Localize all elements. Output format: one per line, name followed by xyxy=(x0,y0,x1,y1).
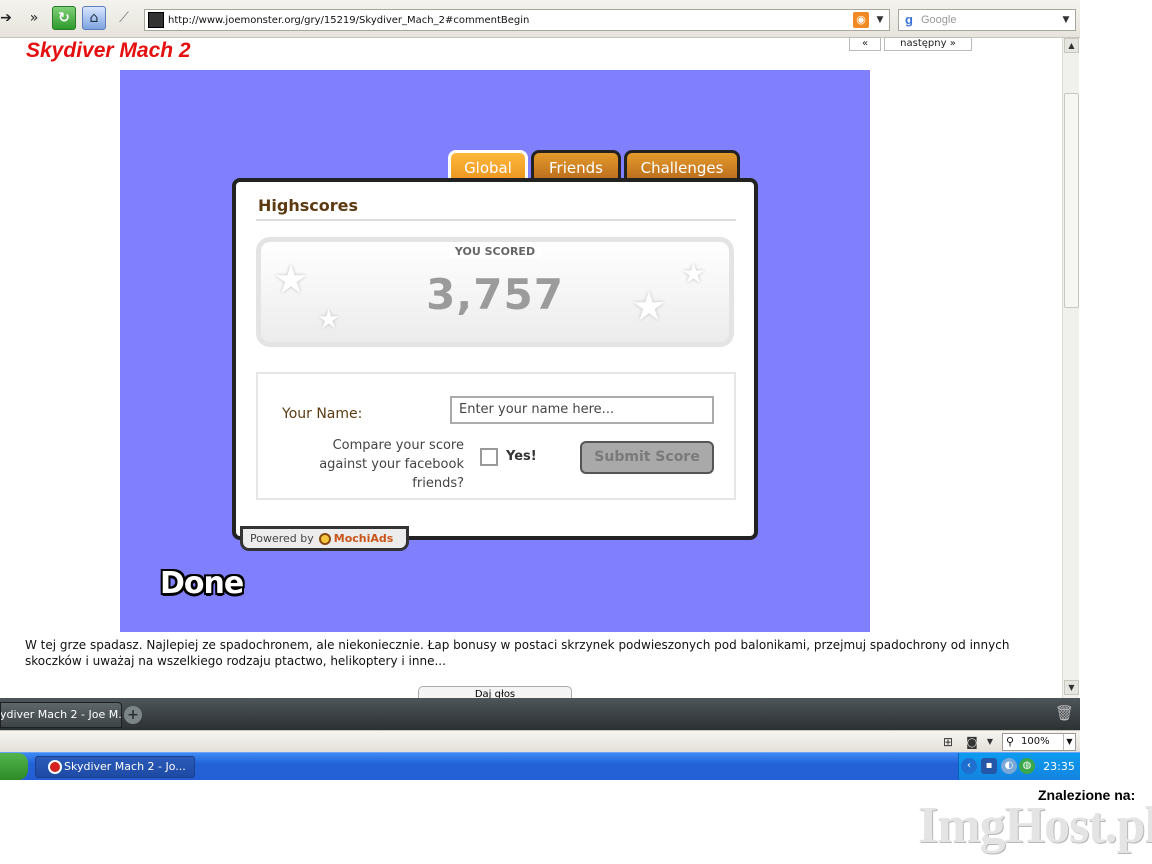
imghost-watermark-logo: ImgHost.pl xyxy=(918,797,1152,854)
windows-taskbar: Skydiver Mach 2 - Jo... ‹ ▪ ◐ ◍ 23:35 xyxy=(0,752,1080,780)
fast-forward-icon[interactable]: » xyxy=(22,6,46,30)
prev-page-button[interactable]: « xyxy=(849,37,881,51)
start-button[interactable] xyxy=(0,753,28,780)
page-title: Skydiver Mach 2 xyxy=(26,39,191,62)
site-favicon-icon xyxy=(148,12,164,28)
score-value: 3,757 xyxy=(426,270,564,319)
game-description: W tej grze spadasz. Najlepiej ze spadoch… xyxy=(25,638,1010,668)
panel-title: Highscores xyxy=(258,196,358,215)
wand-icon[interactable]: ⟋ xyxy=(112,6,136,30)
zoom-select[interactable]: ⚲ 100% ▼ xyxy=(1002,733,1076,751)
clock[interactable]: 23:35 xyxy=(1039,753,1079,780)
screen: ➔ » ↻ ⌂ ⟋ http://www.joemonster.org/gry/… xyxy=(0,0,1152,864)
submit-form: Your Name: Enter your name here... Compa… xyxy=(256,372,736,500)
home-icon[interactable]: ⌂ xyxy=(82,6,106,30)
facebook-compare-checkbox[interactable] xyxy=(480,448,498,466)
zoom-dropdown-icon[interactable]: ▼ xyxy=(1063,734,1075,750)
done-button[interactable]: Done xyxy=(160,566,244,601)
browser-toolbar: ➔ » ↻ ⌂ ⟋ http://www.joemonster.org/gry/… xyxy=(0,0,1080,38)
trash-icon[interactable]: 🗑 xyxy=(1055,704,1074,724)
compare-facebook-text: Compare your score against your facebook… xyxy=(319,438,464,491)
search-dropdown-icon[interactable]: ▼ xyxy=(1059,12,1073,28)
panel-toggle-icon[interactable]: ⊞ xyxy=(940,734,956,750)
powered-by-label: Powered by xyxy=(250,532,314,545)
highscores-panel: Highscores ★ ★ ★ ★ YOU SCORED 3,757 Your… xyxy=(232,178,758,540)
vote-button[interactable]: Daj głos xyxy=(418,686,572,698)
magnifier-icon: ⚲ xyxy=(1006,735,1015,748)
new-tab-icon[interactable]: + xyxy=(124,706,142,724)
tray-speaker-icon[interactable]: ◐ xyxy=(1001,758,1017,774)
mochiads-brand: MochiAds xyxy=(333,532,394,545)
tray-network-icon[interactable]: ◍ xyxy=(1019,758,1035,774)
status-bar: ⊞ ◙ ▼ ⚲ 100% ▼ xyxy=(0,730,1080,752)
search-box[interactable]: g Google ▼ xyxy=(898,9,1076,31)
taskbar-window-button[interactable]: Skydiver Mach 2 - Jo... xyxy=(35,756,195,778)
browser-tab-bar: Skydiver Mach 2 - Joe M... + 🗑 xyxy=(0,698,1080,730)
name-input[interactable]: Enter your name here... xyxy=(450,396,714,424)
score-box: ★ ★ ★ ★ YOU SCORED 3,757 xyxy=(256,237,734,347)
camera-icon[interactable]: ◙ xyxy=(964,734,980,750)
vertical-scrollbar[interactable]: ▲ ▼ xyxy=(1062,38,1079,698)
rss-feed-icon[interactable]: ◉ xyxy=(853,12,869,28)
forward-arrow-icon[interactable]: ➔ xyxy=(0,6,18,30)
taskbar-window-label: Skydiver Mach 2 - Jo... xyxy=(64,760,186,773)
address-bar[interactable]: http://www.joemonster.org/gry/15219/Skyd… xyxy=(144,9,890,31)
powered-by-mochiads[interactable]: Powered by MochiAds xyxy=(240,526,409,551)
game-frame[interactable]: Global Friends Challenges Highscores ★ ★… xyxy=(120,70,870,632)
opera-icon xyxy=(48,760,62,774)
browser-tab[interactable]: Skydiver Mach 2 - Joe M... xyxy=(0,702,122,728)
you-scored-label: YOU SCORED xyxy=(261,245,729,258)
tray-collapse-icon[interactable]: ‹ xyxy=(961,758,977,774)
search-placeholder[interactable]: Google xyxy=(921,14,956,26)
name-label: Your Name: xyxy=(282,406,363,422)
browser-tab-label: Skydiver Mach 2 - Joe M... xyxy=(0,708,122,721)
address-dropdown-icon[interactable]: ▼ xyxy=(873,12,887,28)
system-tray: ‹ ▪ ◐ ◍ 23:35 xyxy=(958,753,1080,780)
camera-dropdown-icon[interactable]: ▼ xyxy=(982,734,998,750)
mochiads-logo-icon xyxy=(318,532,331,545)
next-page-button[interactable]: następny » xyxy=(884,37,972,51)
google-icon[interactable]: g xyxy=(901,12,917,28)
tray-app-icon[interactable]: ▪ xyxy=(981,758,997,774)
scroll-down-icon[interactable]: ▼ xyxy=(1064,680,1079,695)
title-divider xyxy=(256,219,736,221)
url-text[interactable]: http://www.joemonster.org/gry/15219/Skyd… xyxy=(168,15,529,26)
zoom-value: 100% xyxy=(1021,736,1050,747)
yes-label[interactable]: Yes! xyxy=(506,449,537,464)
scroll-thumb[interactable] xyxy=(1064,93,1079,308)
reload-icon[interactable]: ↻ xyxy=(52,6,76,30)
submit-score-button[interactable]: Submit Score xyxy=(580,441,714,474)
scroll-up-icon[interactable]: ▲ xyxy=(1064,38,1079,53)
